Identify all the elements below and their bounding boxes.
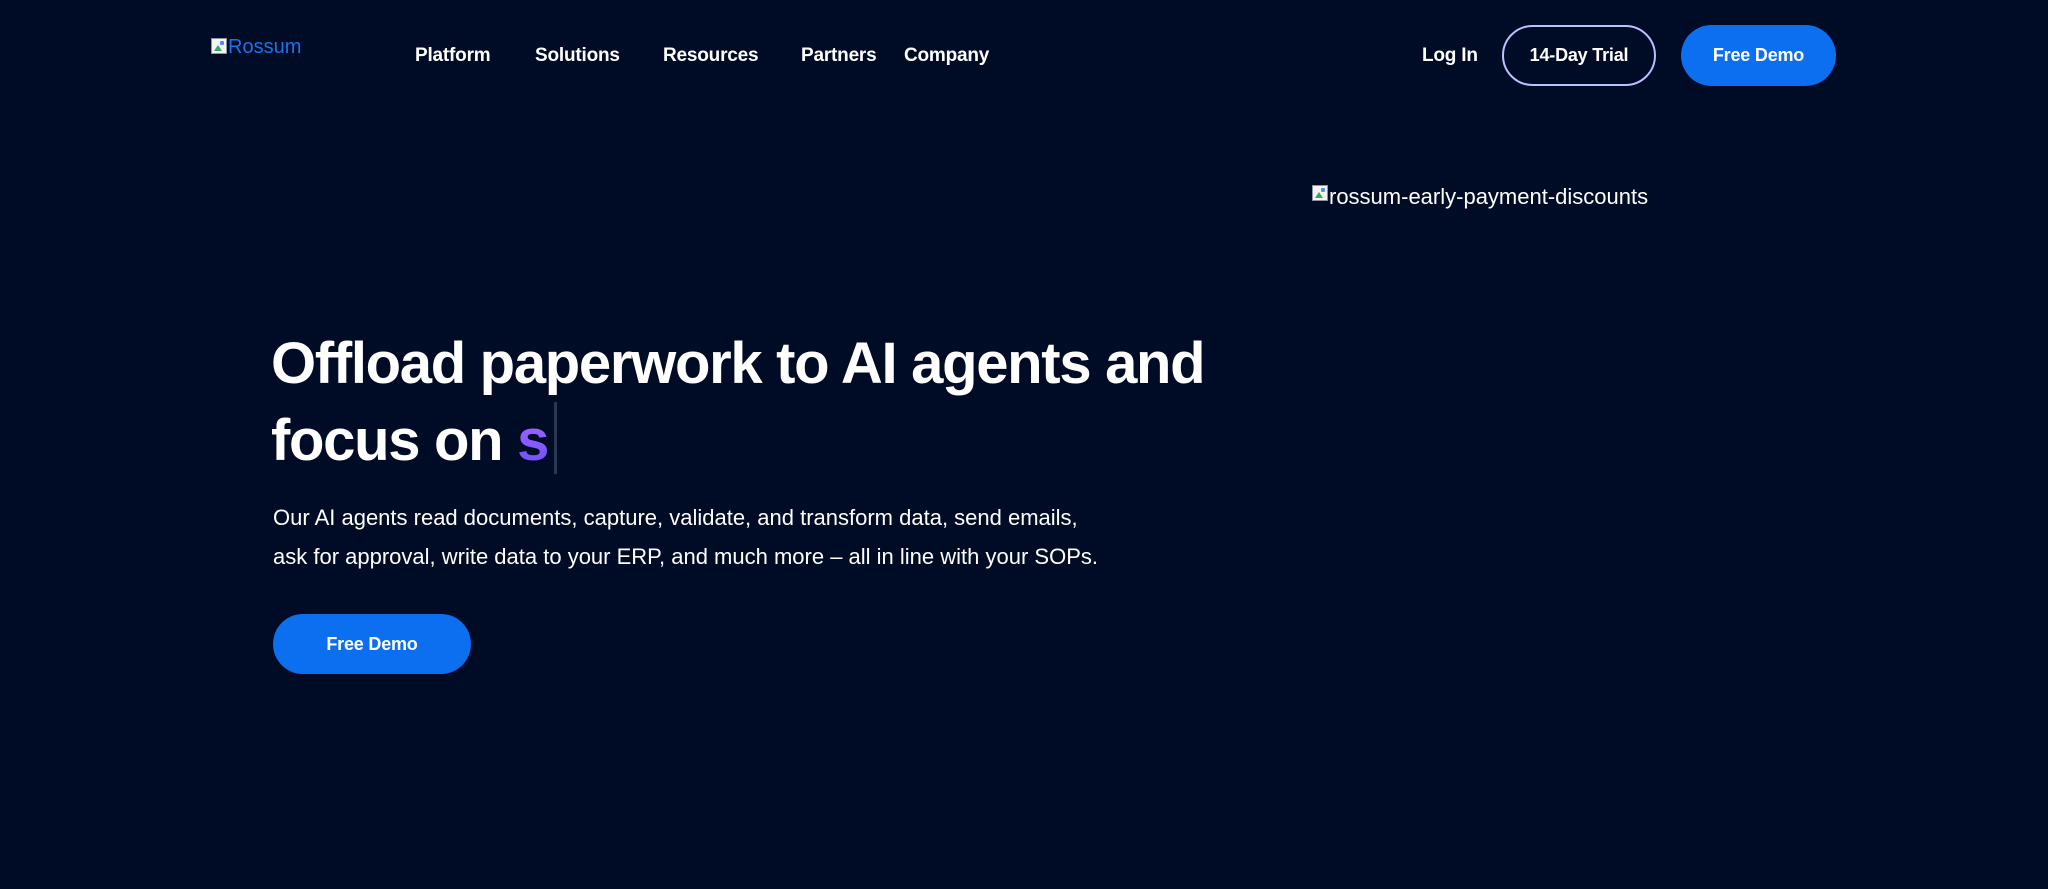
nav-item-company[interactable]: Company [904,42,989,70]
headline-line-2-prefix: focus on [271,408,518,473]
broken-image-icon [211,38,227,54]
page: Rossum Platform Solutions Resources Part… [0,0,2048,889]
nav-item-partners[interactable]: Partners [801,42,877,70]
hero-subtext: Our AI agents read documents, capture, v… [273,498,1173,576]
headline-line-1: Offload paperwork to AI agents and [271,331,1206,396]
subtext-line-1: Our AI agents read documents, capture, v… [273,505,1078,530]
nav-item-resources[interactable]: Resources [663,42,759,70]
hero-image: rossum-early-payment-discounts [1312,183,1648,211]
nav-item-platform[interactable]: Platform [415,42,491,70]
header-demo-button[interactable]: Free Demo [1681,25,1836,86]
logo-alt-text: Rossum [228,36,302,58]
broken-image-icon [1312,185,1328,201]
subtext-line-2: ask for approval, write data to your ERP… [273,544,1098,569]
nav-item-solutions[interactable]: Solutions [535,42,620,70]
hero-image-alt-text: rossum-early-payment-discounts [1329,184,1649,209]
rossum-logo[interactable]: Rossum [211,36,301,58]
site-header: Rossum Platform Solutions Resources Part… [0,0,2048,112]
typing-caret [554,402,558,474]
login-link[interactable]: Log In [1422,42,1478,70]
hero-headline: Offload paperwork to AI agents and focus… [271,326,1231,479]
trial-button[interactable]: 14-Day Trial [1502,25,1656,86]
hero-demo-button[interactable]: Free Demo [273,614,471,674]
typed-word: s [517,408,549,473]
